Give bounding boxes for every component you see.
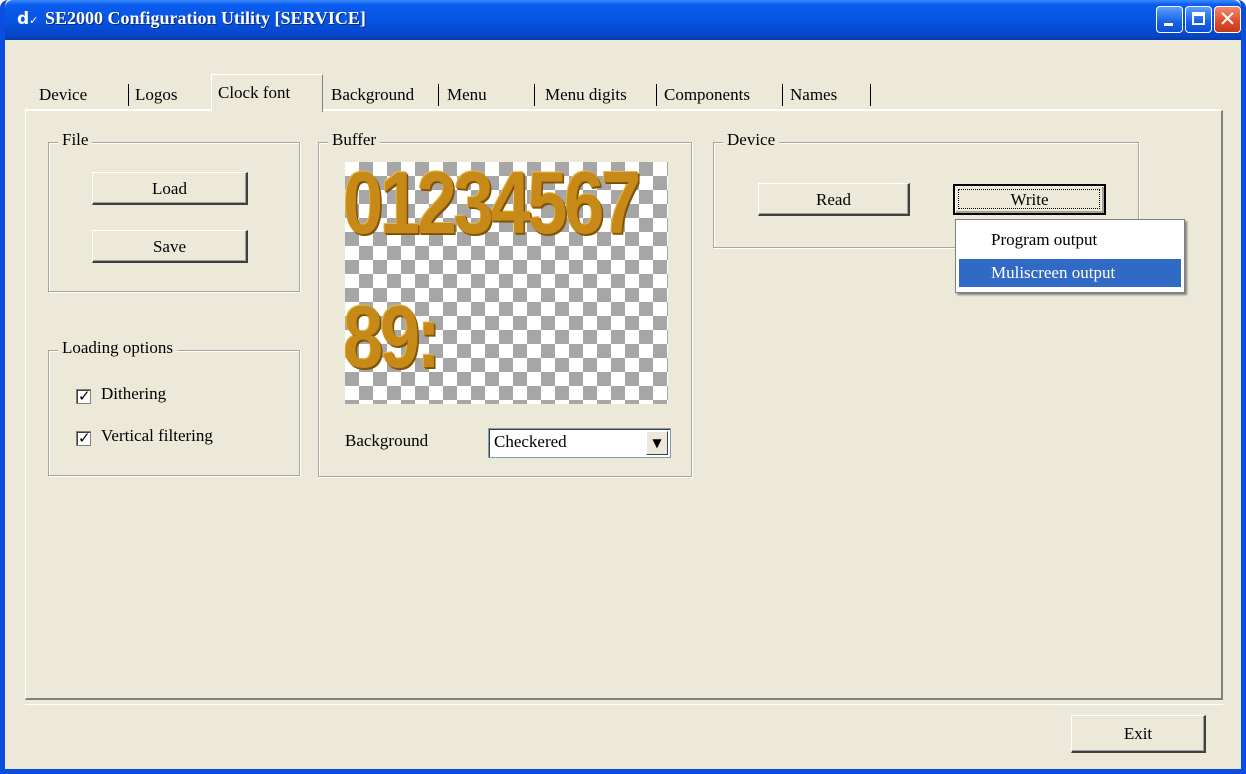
menu-item-muliscreen-output[interactable]: Muliscreen output [959,259,1181,287]
minimize-icon [1164,23,1173,26]
loading-options-group: Loading options [48,338,300,476]
window-title: SE2000 Configuration Utility [SERVICE] [45,8,366,28]
tab-clock-font[interactable]: Clock font [211,74,323,112]
app-icon: d✓ [17,9,39,29]
read-button[interactable]: Read [758,183,910,216]
tab-menu-digits[interactable]: Menu digits [535,78,657,110]
footer-divider [25,704,1223,705]
dithering-label: Dithering [101,384,167,403]
app-window: d✓ SE2000 Configuration Utility [SERVICE… [0,0,1246,774]
dithering-checkbox[interactable]: ✓ [76,387,91,405]
background-select[interactable]: Checkered ▼ [488,428,671,458]
save-button[interactable]: Save [92,230,248,263]
tab-background[interactable]: Background [323,78,439,110]
menu-item-program-output[interactable]: Program output [959,226,1181,254]
font-digits-row-2: 89: [345,287,441,386]
tab-names[interactable]: Names [783,78,871,110]
font-digits-row-1: 01234567 [345,162,641,252]
load-button[interactable]: Load [92,172,248,205]
exit-button[interactable]: Exit [1071,715,1206,753]
close-icon: ✕ [1218,7,1237,31]
buffer-group-title: Buffer [328,130,381,150]
vertical-filtering-checkbox[interactable]: ✓ [76,429,91,447]
minimize-button[interactable] [1156,6,1183,33]
checkmark-icon: ✓ [78,387,91,405]
maximize-icon [1192,12,1205,25]
file-group: File [48,130,300,292]
tab-logos[interactable]: Logos [129,78,211,110]
loading-options-title: Loading options [58,338,177,358]
tab-components[interactable]: Components [657,78,783,110]
file-group-title: File [58,130,93,150]
device-group-title: Device [723,130,780,150]
vertical-filtering-label: Vertical filtering [101,426,213,445]
maximize-button[interactable] [1185,6,1212,33]
checkmark-icon: ✓ [78,429,91,447]
background-select-value: Checkered [494,432,567,451]
background-label: Background [345,431,429,450]
title-bar[interactable]: d✓ SE2000 Configuration Utility [SERVICE… [5,0,1241,40]
font-preview-canvas: 01234567 89: [345,162,668,404]
write-menu: Program output Muliscreen output [955,219,1185,293]
tab-menu[interactable]: Menu [439,78,535,110]
tab-device[interactable]: Device [39,78,129,110]
dropdown-arrow-icon[interactable]: ▼ [646,431,668,455]
focus-rect [958,189,1100,209]
close-button[interactable]: ✕ [1214,6,1241,33]
write-button[interactable]: Write [953,184,1106,215]
